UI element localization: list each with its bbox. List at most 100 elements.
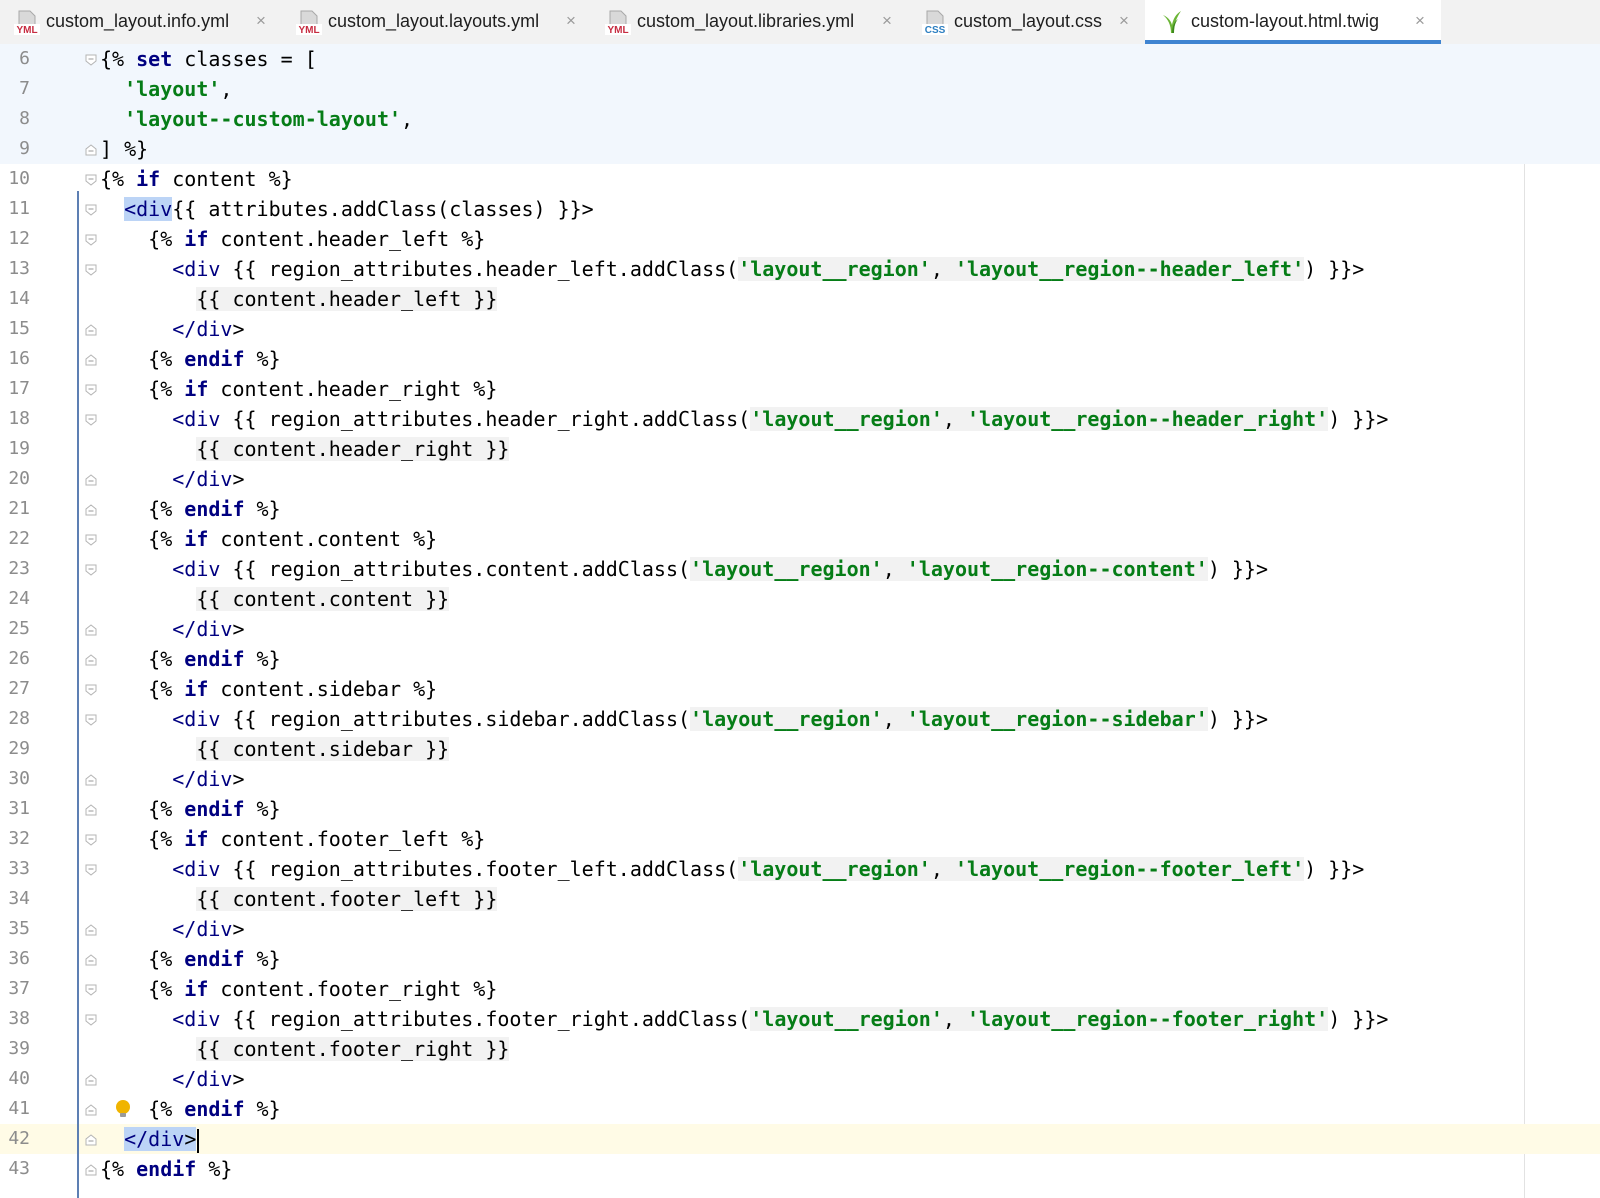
code-text[interactable]: {% endif %} bbox=[100, 644, 280, 674]
tab-label: custom_layout.libraries.yml bbox=[637, 11, 855, 31]
fold-end-icon[interactable] bbox=[84, 1102, 98, 1116]
code-text[interactable]: {{ content.header_left }} bbox=[100, 284, 498, 314]
code-text[interactable]: {% if content.header_right %} bbox=[100, 374, 497, 404]
tab-custom-layout-libraries-yml[interactable]: YML custom_layout.libraries.yml × bbox=[591, 0, 908, 44]
fold-end-icon[interactable] bbox=[84, 652, 98, 666]
fold-expanded-icon[interactable] bbox=[84, 202, 98, 216]
fold-end-icon[interactable] bbox=[84, 1132, 98, 1146]
fold-end-icon[interactable] bbox=[84, 1162, 98, 1176]
line-number: 20 bbox=[8, 468, 30, 489]
fold-expanded-icon[interactable] bbox=[84, 682, 98, 696]
svg-text:YML: YML bbox=[16, 25, 37, 35]
line-number: 43 bbox=[8, 1158, 30, 1179]
code-line: 31 {% endif %} bbox=[0, 794, 1600, 824]
close-icon[interactable]: × bbox=[1415, 11, 1425, 31]
code-text[interactable]: {% endif %} bbox=[100, 494, 280, 524]
code-text[interactable]: <div{{ attributes.addClass(classes) }}> bbox=[100, 194, 594, 224]
code-text[interactable]: <div {{ region_attributes.footer_right.a… bbox=[100, 1004, 1388, 1034]
code-text[interactable]: </div> bbox=[100, 1064, 244, 1094]
code-line: 37 {% if content.footer_right %} bbox=[0, 974, 1600, 1004]
fold-expanded-icon[interactable] bbox=[84, 232, 98, 246]
code-text[interactable]: {{ content.header_right }} bbox=[100, 434, 510, 464]
fold-end-icon[interactable] bbox=[84, 1072, 98, 1086]
tab-custom-layout-layouts-yml[interactable]: YML custom_layout.layouts.yml × bbox=[282, 0, 592, 44]
code-line: 34 {{ content.footer_left }} bbox=[0, 884, 1600, 914]
code-text[interactable]: {% if content.footer_left %} bbox=[100, 824, 485, 854]
code-text[interactable]: {% if content.header_left %} bbox=[100, 224, 485, 254]
code-text[interactable]: <div {{ region_attributes.footer_left.ad… bbox=[100, 854, 1364, 884]
code-text[interactable]: {{ content.footer_right }} bbox=[100, 1034, 510, 1064]
svg-text:YML: YML bbox=[298, 25, 319, 35]
code-text[interactable]: {{ content.footer_left }} bbox=[100, 884, 498, 914]
fold-expanded-icon[interactable] bbox=[84, 982, 98, 996]
fold-end-icon[interactable] bbox=[84, 472, 98, 486]
code-line: 10 {% if content %} bbox=[0, 164, 1600, 194]
code-text[interactable]: {% endif %} bbox=[100, 1094, 280, 1124]
fold-expanded-icon[interactable] bbox=[84, 562, 98, 576]
code-line: 20 </div> bbox=[0, 464, 1600, 494]
code-line: 32 {% if content.footer_left %} bbox=[0, 824, 1600, 854]
fold-expanded-icon[interactable] bbox=[84, 52, 98, 66]
code-text[interactable]: 'layout--custom-layout', bbox=[100, 104, 413, 134]
code-text[interactable]: {% if content.sidebar %} bbox=[100, 674, 437, 704]
code-line: 40 </div> bbox=[0, 1064, 1600, 1094]
code-text[interactable]: {% if content %} bbox=[100, 164, 293, 194]
fold-expanded-icon[interactable] bbox=[84, 172, 98, 186]
fold-expanded-icon[interactable] bbox=[84, 412, 98, 426]
fold-end-icon[interactable] bbox=[84, 622, 98, 636]
fold-end-icon[interactable] bbox=[84, 802, 98, 816]
line-number: 27 bbox=[8, 678, 30, 699]
code-text[interactable]: {% if content.footer_right %} bbox=[100, 974, 497, 1004]
code-text[interactable]: </div> bbox=[100, 914, 244, 944]
fold-expanded-icon[interactable] bbox=[84, 832, 98, 846]
fold-expanded-icon[interactable] bbox=[84, 382, 98, 396]
code-text[interactable]: <div {{ region_attributes.header_right.a… bbox=[100, 404, 1388, 434]
close-icon[interactable]: × bbox=[256, 11, 266, 31]
tab-custom-layout-html-twig[interactable]: custom-layout.html.twig × bbox=[1145, 0, 1441, 44]
fold-end-icon[interactable] bbox=[84, 922, 98, 936]
code-text[interactable]: </div> bbox=[100, 464, 244, 494]
code-line: 22 {% if content.content %} bbox=[0, 524, 1600, 554]
fold-end-icon[interactable] bbox=[84, 772, 98, 786]
fold-end-icon[interactable] bbox=[84, 142, 98, 156]
fold-expanded-icon[interactable] bbox=[84, 532, 98, 546]
fold-end-icon[interactable] bbox=[84, 952, 98, 966]
close-icon[interactable]: × bbox=[882, 11, 892, 31]
code-line: 14 {{ content.header_left }} bbox=[0, 284, 1600, 314]
code-text[interactable]: {% endif %} bbox=[100, 944, 280, 974]
code-text[interactable]: </div> bbox=[100, 314, 244, 344]
fold-expanded-icon[interactable] bbox=[84, 712, 98, 726]
code-text[interactable]: <div {{ region_attributes.content.addCla… bbox=[100, 554, 1268, 584]
code-text[interactable]: 'layout', bbox=[100, 74, 232, 104]
code-line: 19 {{ content.header_right }} bbox=[0, 434, 1600, 464]
fold-end-icon[interactable] bbox=[84, 322, 98, 336]
code-text[interactable]: {% set classes = [ bbox=[100, 44, 317, 74]
code-text[interactable]: {% endif %} bbox=[100, 1154, 232, 1184]
fold-end-icon[interactable] bbox=[84, 502, 98, 516]
svg-text:YML: YML bbox=[607, 25, 628, 35]
fold-end-icon[interactable] bbox=[84, 352, 98, 366]
fold-expanded-icon[interactable] bbox=[84, 262, 98, 276]
tab-custom-layout-info-yml[interactable]: YML custom_layout.info.yml × bbox=[0, 0, 282, 44]
close-icon[interactable]: × bbox=[566, 11, 576, 31]
line-number: 37 bbox=[8, 978, 30, 999]
code-text[interactable]: {% endif %} bbox=[100, 344, 280, 374]
close-icon[interactable]: × bbox=[1119, 11, 1129, 31]
code-text[interactable]: </div> bbox=[100, 1124, 200, 1154]
code-line: 35 </div> bbox=[0, 914, 1600, 944]
code-line: 41 {% endif %} bbox=[0, 1094, 1600, 1124]
code-text[interactable]: {{ content.sidebar }} bbox=[100, 734, 450, 764]
code-text[interactable]: {% if content.content %} bbox=[100, 524, 437, 554]
tab-custom-layout-css[interactable]: CSS custom_layout.css × bbox=[908, 0, 1145, 44]
code-text[interactable]: <div {{ region_attributes.sidebar.addCla… bbox=[100, 704, 1268, 734]
code-text[interactable]: </div> bbox=[100, 614, 244, 644]
code-text[interactable]: ] %} bbox=[100, 134, 148, 164]
code-text[interactable]: </div> bbox=[100, 764, 244, 794]
line-number: 24 bbox=[8, 588, 30, 609]
code-text[interactable]: {{ content.content }} bbox=[100, 584, 450, 614]
fold-expanded-icon[interactable] bbox=[84, 862, 98, 876]
code-text[interactable]: <div {{ region_attributes.header_left.ad… bbox=[100, 254, 1364, 284]
fold-expanded-icon[interactable] bbox=[84, 1012, 98, 1026]
code-text[interactable]: {% endif %} bbox=[100, 794, 280, 824]
code-editor[interactable]: 6 {% set classes = [7 'layout', 8 'layout-… bbox=[0, 44, 1600, 1198]
